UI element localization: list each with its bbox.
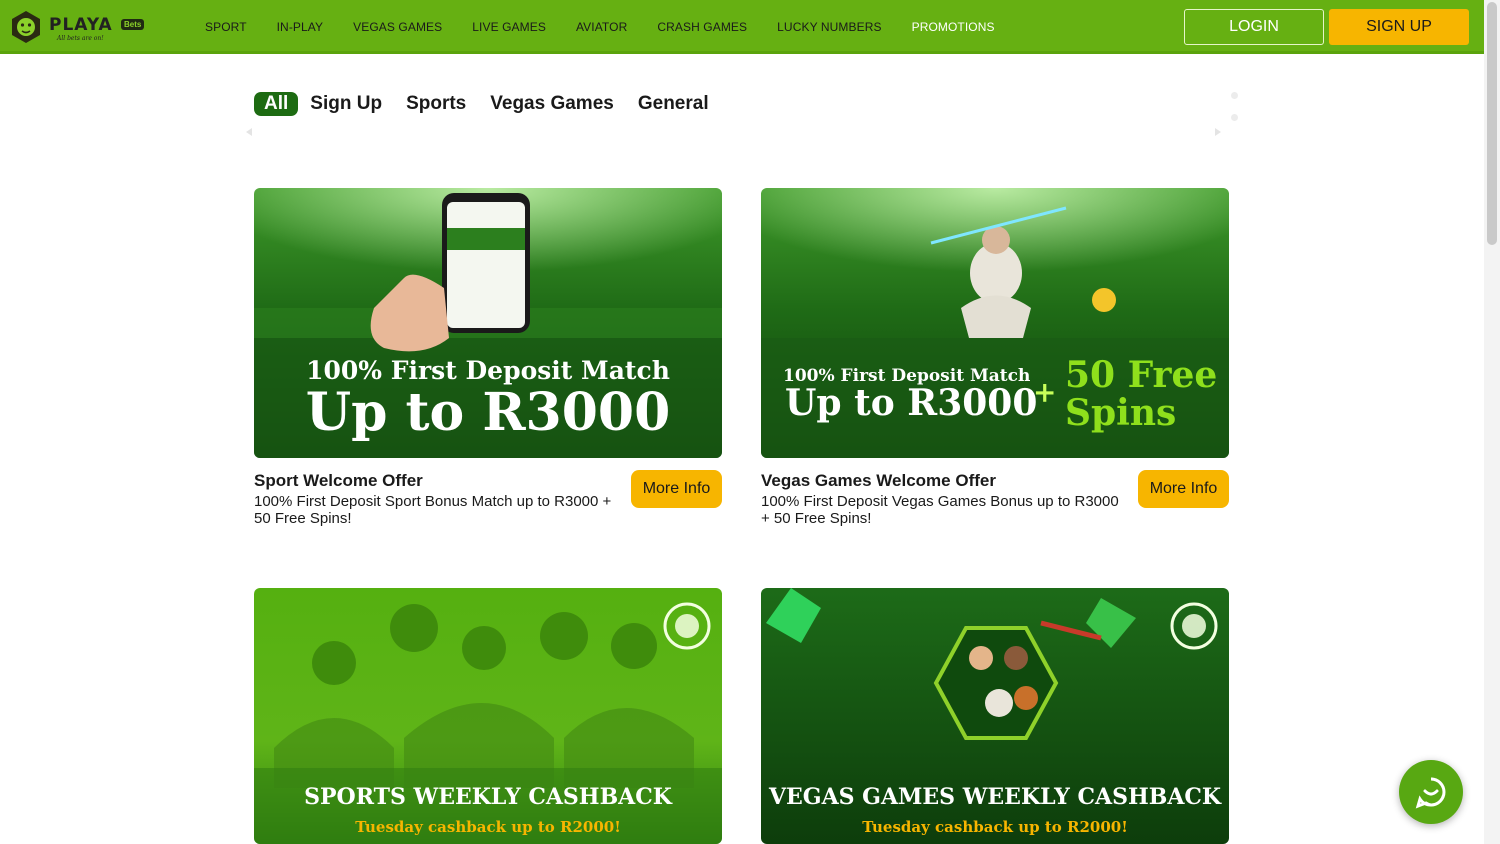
decorative-dot xyxy=(1231,114,1238,121)
more-info-button[interactable]: More Info xyxy=(1138,470,1229,508)
nav-live-games[interactable]: LIVE GAMES xyxy=(457,20,561,34)
promo-card-vegas-welcome: 100% First Deposit Match Up to R3000 + 5… xyxy=(761,188,1229,527)
scroll-left-arrow-icon[interactable] xyxy=(246,128,252,136)
banner-line-2: Up to R3000 xyxy=(305,382,671,443)
brand-name: PLAYA xyxy=(49,15,113,35)
banner-line-1: SPORTS WEEKLY CASHBACK xyxy=(304,784,672,810)
promo-banner-image[interactable]: VEGAS GAMES WEEKLY CASHBACK Tuesday cash… xyxy=(761,588,1229,844)
promo-title: Vegas Games Welcome Offer xyxy=(761,471,996,490)
nav-crash-games[interactable]: CRASH GAMES xyxy=(642,20,762,34)
banner-line-2: Up to R3000 xyxy=(785,382,1038,424)
promo-card-vegas-cashback: VEGAS GAMES WEEKLY CASHBACK Tuesday cash… xyxy=(761,588,1229,844)
promo-description: 100% First Deposit Sport Bonus Match up … xyxy=(254,493,612,527)
tab-vegas-games[interactable]: Vegas Games xyxy=(490,93,614,115)
tab-general[interactable]: General xyxy=(638,93,709,115)
nav-aviator[interactable]: AVIATOR xyxy=(561,20,642,34)
main-navigation: SPORT IN-PLAY VEGAS GAMES LIVE GAMES AVI… xyxy=(190,0,1010,54)
banner-line-2: Tuesday cashback up to R2000! xyxy=(862,818,1128,836)
brand-tagline: All bets are on! xyxy=(57,35,104,42)
tab-sports[interactable]: Sports xyxy=(406,93,466,115)
promo-card-sports-cashback: SPORTS WEEKLY CASHBACK Tuesday cashback … xyxy=(254,588,722,844)
promo-banner-image[interactable]: 100% First Deposit Match Up to R3000 + 5… xyxy=(761,188,1229,458)
scrollbar-thumb[interactable] xyxy=(1487,2,1497,245)
nav-vegas-games[interactable]: VEGAS GAMES xyxy=(338,20,457,34)
banner-extra-2: Spins xyxy=(1065,392,1177,434)
promo-card-sport-welcome: 100% First Deposit Match Up to R3000 Spo… xyxy=(254,188,722,527)
decorative-dot xyxy=(1231,92,1238,99)
login-button[interactable]: LOGIN xyxy=(1184,9,1324,45)
nav-in-play[interactable]: IN-PLAY xyxy=(262,20,339,34)
top-navigation-bar: PLAYA Bets All bets are on! SPORT IN-PLA… xyxy=(0,0,1484,54)
lion-icon xyxy=(12,11,40,43)
promotion-category-tabs: All Sign Up Sports Vegas Games General xyxy=(254,92,733,116)
more-info-button[interactable]: More Info xyxy=(631,470,722,508)
live-chat-button[interactable] xyxy=(1399,760,1463,824)
promo-description: 100% First Deposit Vegas Games Bonus up … xyxy=(761,493,1119,527)
tab-sign-up[interactable]: Sign Up xyxy=(310,93,382,115)
nav-promotions[interactable]: PROMOTIONS xyxy=(897,20,1010,34)
banner-line-1: VEGAS GAMES WEEKLY CASHBACK xyxy=(768,784,1222,810)
promo-banner-image[interactable]: 100% First Deposit Match Up to R3000 xyxy=(254,188,722,458)
banner-line-2: Tuesday cashback up to R2000! xyxy=(355,818,621,836)
chat-icon xyxy=(1415,777,1446,809)
scroll-right-arrow-icon[interactable] xyxy=(1215,128,1221,136)
promo-title: Sport Welcome Offer xyxy=(254,471,423,490)
sign-up-button[interactable]: SIGN UP xyxy=(1329,9,1469,45)
brand-badge: Bets xyxy=(121,19,145,30)
tab-all[interactable]: All xyxy=(254,92,299,116)
playa-bets-logo[interactable]: PLAYA Bets All bets are on! xyxy=(9,9,154,45)
nav-lucky-numbers[interactable]: LUCKY NUMBERS xyxy=(762,20,896,34)
banner-extra-1: 50 Free xyxy=(1065,354,1218,396)
nav-sport[interactable]: SPORT xyxy=(190,20,262,34)
banner-plus: + xyxy=(1033,376,1057,409)
banner-line-1: 100% First Deposit Match xyxy=(306,356,670,385)
promo-banner-image[interactable]: SPORTS WEEKLY CASHBACK Tuesday cashback … xyxy=(254,588,722,844)
